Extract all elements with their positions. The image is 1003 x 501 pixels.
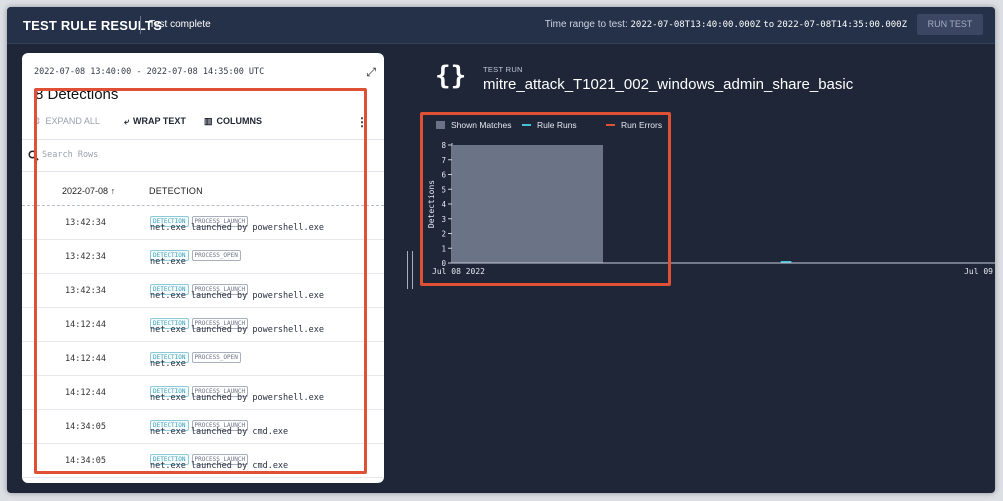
page-title: TEST RULE RESULTS (23, 18, 162, 33)
time-range: Time range to test: 2022-07-08T13:40:00.… (545, 19, 907, 30)
time-range-start: 2022-07-08T13:40:00.000Z (630, 20, 761, 30)
time-range-label: Time range to test: (544, 19, 628, 30)
test-run-label: TEST RUN (483, 65, 523, 74)
header-bar: TEST RULE RESULTS Test complete Time ran… (7, 7, 995, 44)
x-tick-label: Jul 09 (964, 267, 993, 276)
run-test-button[interactable]: RUN TEST (917, 14, 983, 35)
code-braces-icon: {} (435, 61, 467, 91)
header-divider (140, 16, 141, 34)
time-range-end: 2022-07-08T14:35:00.000Z (776, 20, 907, 30)
time-range-to: to (763, 20, 775, 30)
resize-handle[interactable] (407, 251, 413, 289)
test-run-name: mitre_attack_T1021_002_windows_admin_sha… (483, 76, 854, 93)
expand-icon[interactable]: ⤢ (366, 65, 376, 80)
panel-time-range: 2022-07-08 13:40:00 - 2022-07-08 14:35:0… (34, 67, 265, 77)
status-text: Test complete (149, 19, 211, 30)
highlight-box-detections (34, 88, 367, 474)
highlight-box-chart (420, 112, 671, 286)
app-window: TEST RULE RESULTS Test complete Time ran… (7, 7, 995, 493)
